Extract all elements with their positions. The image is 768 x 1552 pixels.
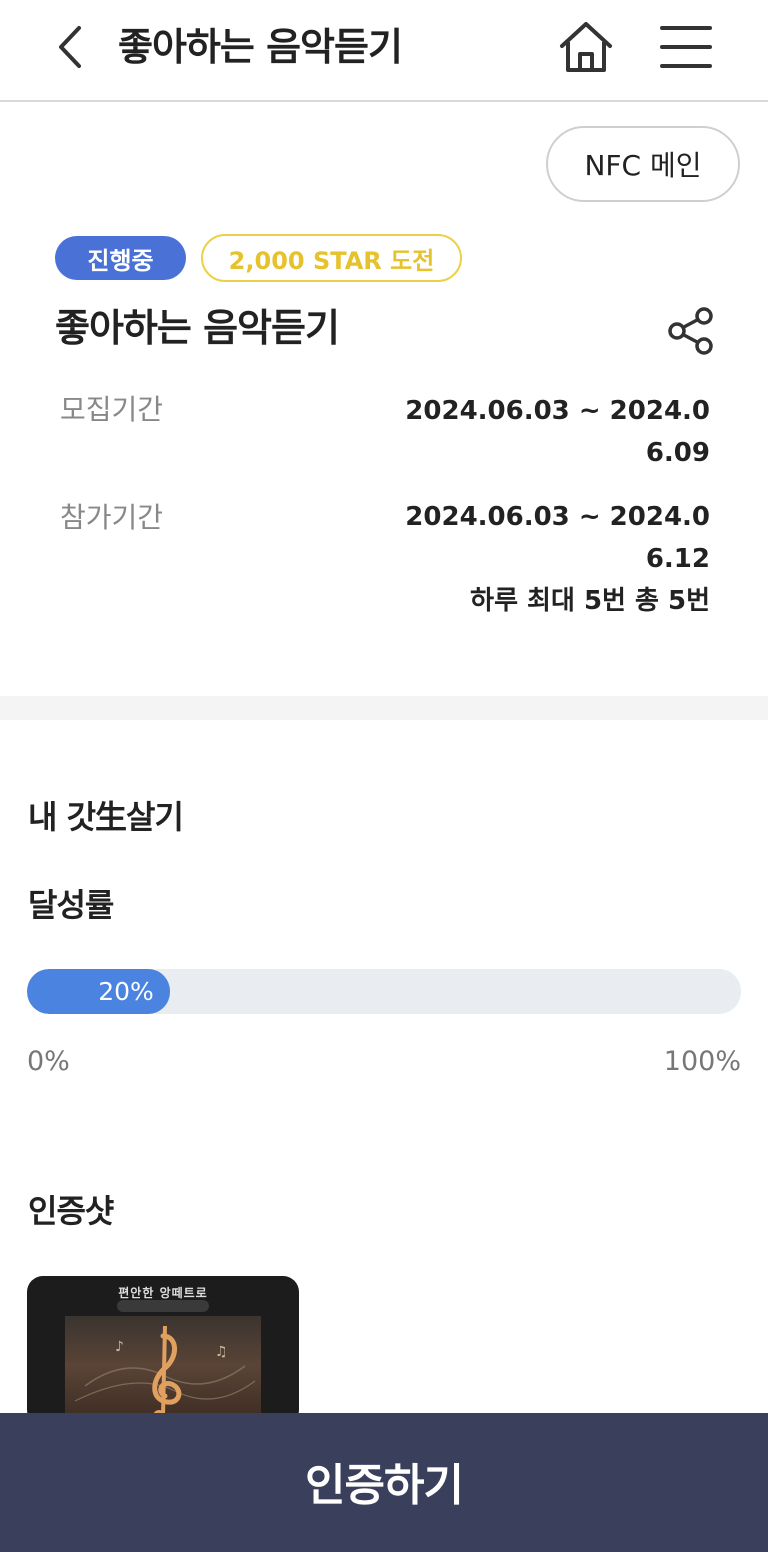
page-title: 좋아하는 음악듣기 (118, 25, 403, 69)
recruit-period-value: 2024.06.03 ~ 2024.06.09 (405, 396, 710, 468)
share-icon (668, 307, 713, 355)
chevron-left-icon (59, 26, 81, 68)
recruit-period-label: 모집기간 (60, 393, 164, 426)
verify-button-label: 인증하기 (305, 1459, 464, 1511)
status-badge: 진행중 (55, 236, 186, 280)
proof-shots-title: 인증샷 (28, 1192, 114, 1230)
my-progress-title: 내 갓生살기 (28, 798, 184, 836)
participate-limit-text: 하루 최대 5번 총 5번 (470, 586, 710, 616)
share-button[interactable] (664, 306, 718, 356)
home-icon (560, 22, 612, 72)
progress-fill: 20% (27, 969, 170, 1014)
challenge-title: 좋아하는 음악듣기 (55, 306, 340, 350)
svg-text:♫: ♫ (215, 1344, 228, 1360)
photo-caption: 편안한 앙떼트로 (118, 1286, 208, 1300)
music-artwork-image: ♪ ♫ (65, 1316, 261, 1426)
back-button[interactable] (50, 22, 90, 72)
proof-photo-thumbnail[interactable]: 편안한 앙떼트로 ♪ ♫ (27, 1276, 299, 1426)
hamburger-menu-icon (660, 26, 712, 68)
verify-button[interactable]: 인증하기 (0, 1413, 768, 1552)
progress-min-label: 0% (27, 1046, 70, 1077)
progress-max-label: 100% (663, 1046, 741, 1077)
svg-text:♪: ♪ (115, 1339, 124, 1355)
participate-period-label: 참가기간 (60, 501, 164, 534)
treble-clef-icon: ♪ ♫ (74, 1325, 256, 1422)
participate-period-value: 2024.06.03 ~ 2024.06.12 (405, 502, 710, 574)
achievement-rate-label: 달성률 (28, 886, 114, 924)
section-divider (0, 696, 768, 720)
menu-button[interactable] (658, 22, 714, 72)
photo-subtitle-pill (117, 1300, 209, 1312)
progress-percent-text: 20% (98, 977, 154, 1006)
nfc-main-button[interactable]: NFC 메인 (546, 126, 740, 202)
home-button[interactable] (556, 18, 616, 76)
achievement-progress-bar: 20% (27, 969, 741, 1014)
app-header: 좋아하는 음악듣기 (0, 0, 768, 102)
star-challenge-badge: 2,000 STAR 도전 (201, 234, 462, 282)
